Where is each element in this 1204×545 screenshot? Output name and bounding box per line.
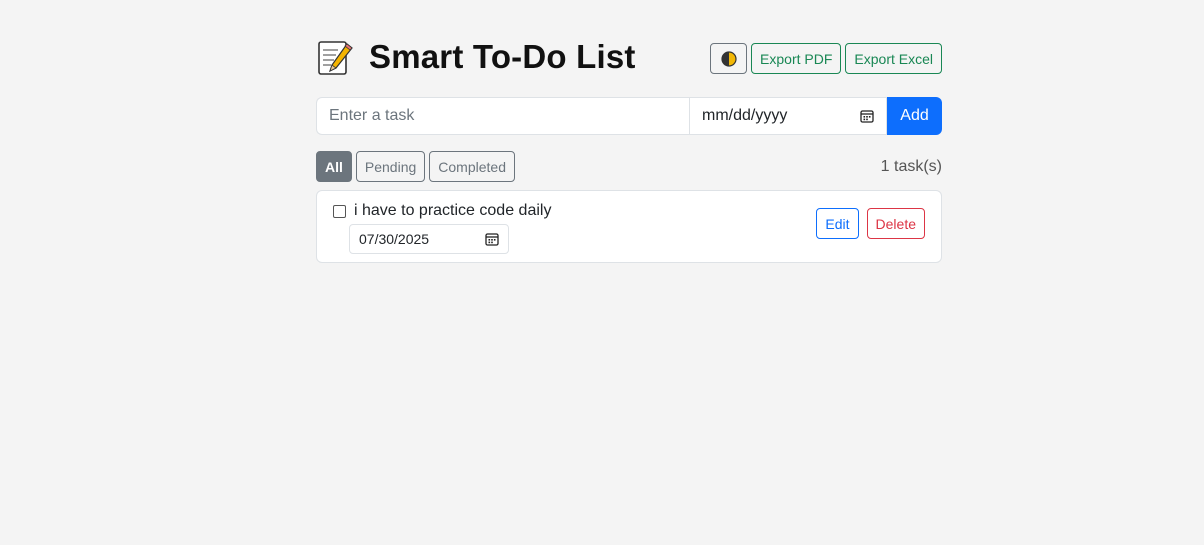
filter-all-button[interactable]: All bbox=[316, 151, 352, 182]
half-circle-icon bbox=[720, 50, 737, 67]
task-date-value: 07/30/2025 bbox=[359, 231, 430, 247]
task-complete-checkbox[interactable] bbox=[333, 205, 346, 218]
export-pdf-button[interactable]: Export PDF bbox=[751, 43, 842, 74]
export-excel-button[interactable]: Export Excel bbox=[845, 43, 942, 74]
header-actions: Export PDF Export Excel bbox=[710, 43, 942, 74]
edit-button[interactable]: Edit bbox=[816, 208, 859, 239]
filter-completed-button[interactable]: Completed bbox=[429, 151, 515, 182]
task-actions: Edit Delete bbox=[816, 208, 925, 239]
memo-icon bbox=[316, 38, 354, 76]
delete-button[interactable]: Delete bbox=[866, 208, 925, 239]
date-placeholder: mm/dd/yyyy bbox=[702, 107, 788, 124]
add-task-form: Enter a task mm/dd/yyyy Add bbox=[316, 97, 942, 135]
calendar-icon[interactable] bbox=[485, 232, 499, 246]
page-title: Smart To-Do List bbox=[369, 38, 636, 75]
header: Smart To-Do List Export PDF Export Excel bbox=[316, 36, 942, 78]
due-date-input[interactable]: mm/dd/yyyy bbox=[689, 97, 887, 135]
add-button[interactable]: Add bbox=[887, 97, 942, 135]
theme-toggle-button[interactable] bbox=[710, 43, 748, 74]
filter-group: All Pending Completed bbox=[316, 151, 942, 182]
task-text: i have to practice code daily bbox=[354, 202, 552, 219]
calendar-icon[interactable] bbox=[860, 109, 874, 123]
task-item: i have to practice code daily 07/30/2025… bbox=[316, 190, 942, 263]
task-count: 1 task(s) bbox=[880, 158, 942, 175]
filter-pending-button[interactable]: Pending bbox=[355, 151, 426, 182]
task-input[interactable]: Enter a task bbox=[316, 97, 689, 135]
filter-row: All Pending Completed 1 task(s) bbox=[316, 151, 942, 182]
title-group: Smart To-Do List bbox=[316, 36, 636, 78]
task-due-date-input[interactable]: 07/30/2025 bbox=[349, 224, 509, 254]
